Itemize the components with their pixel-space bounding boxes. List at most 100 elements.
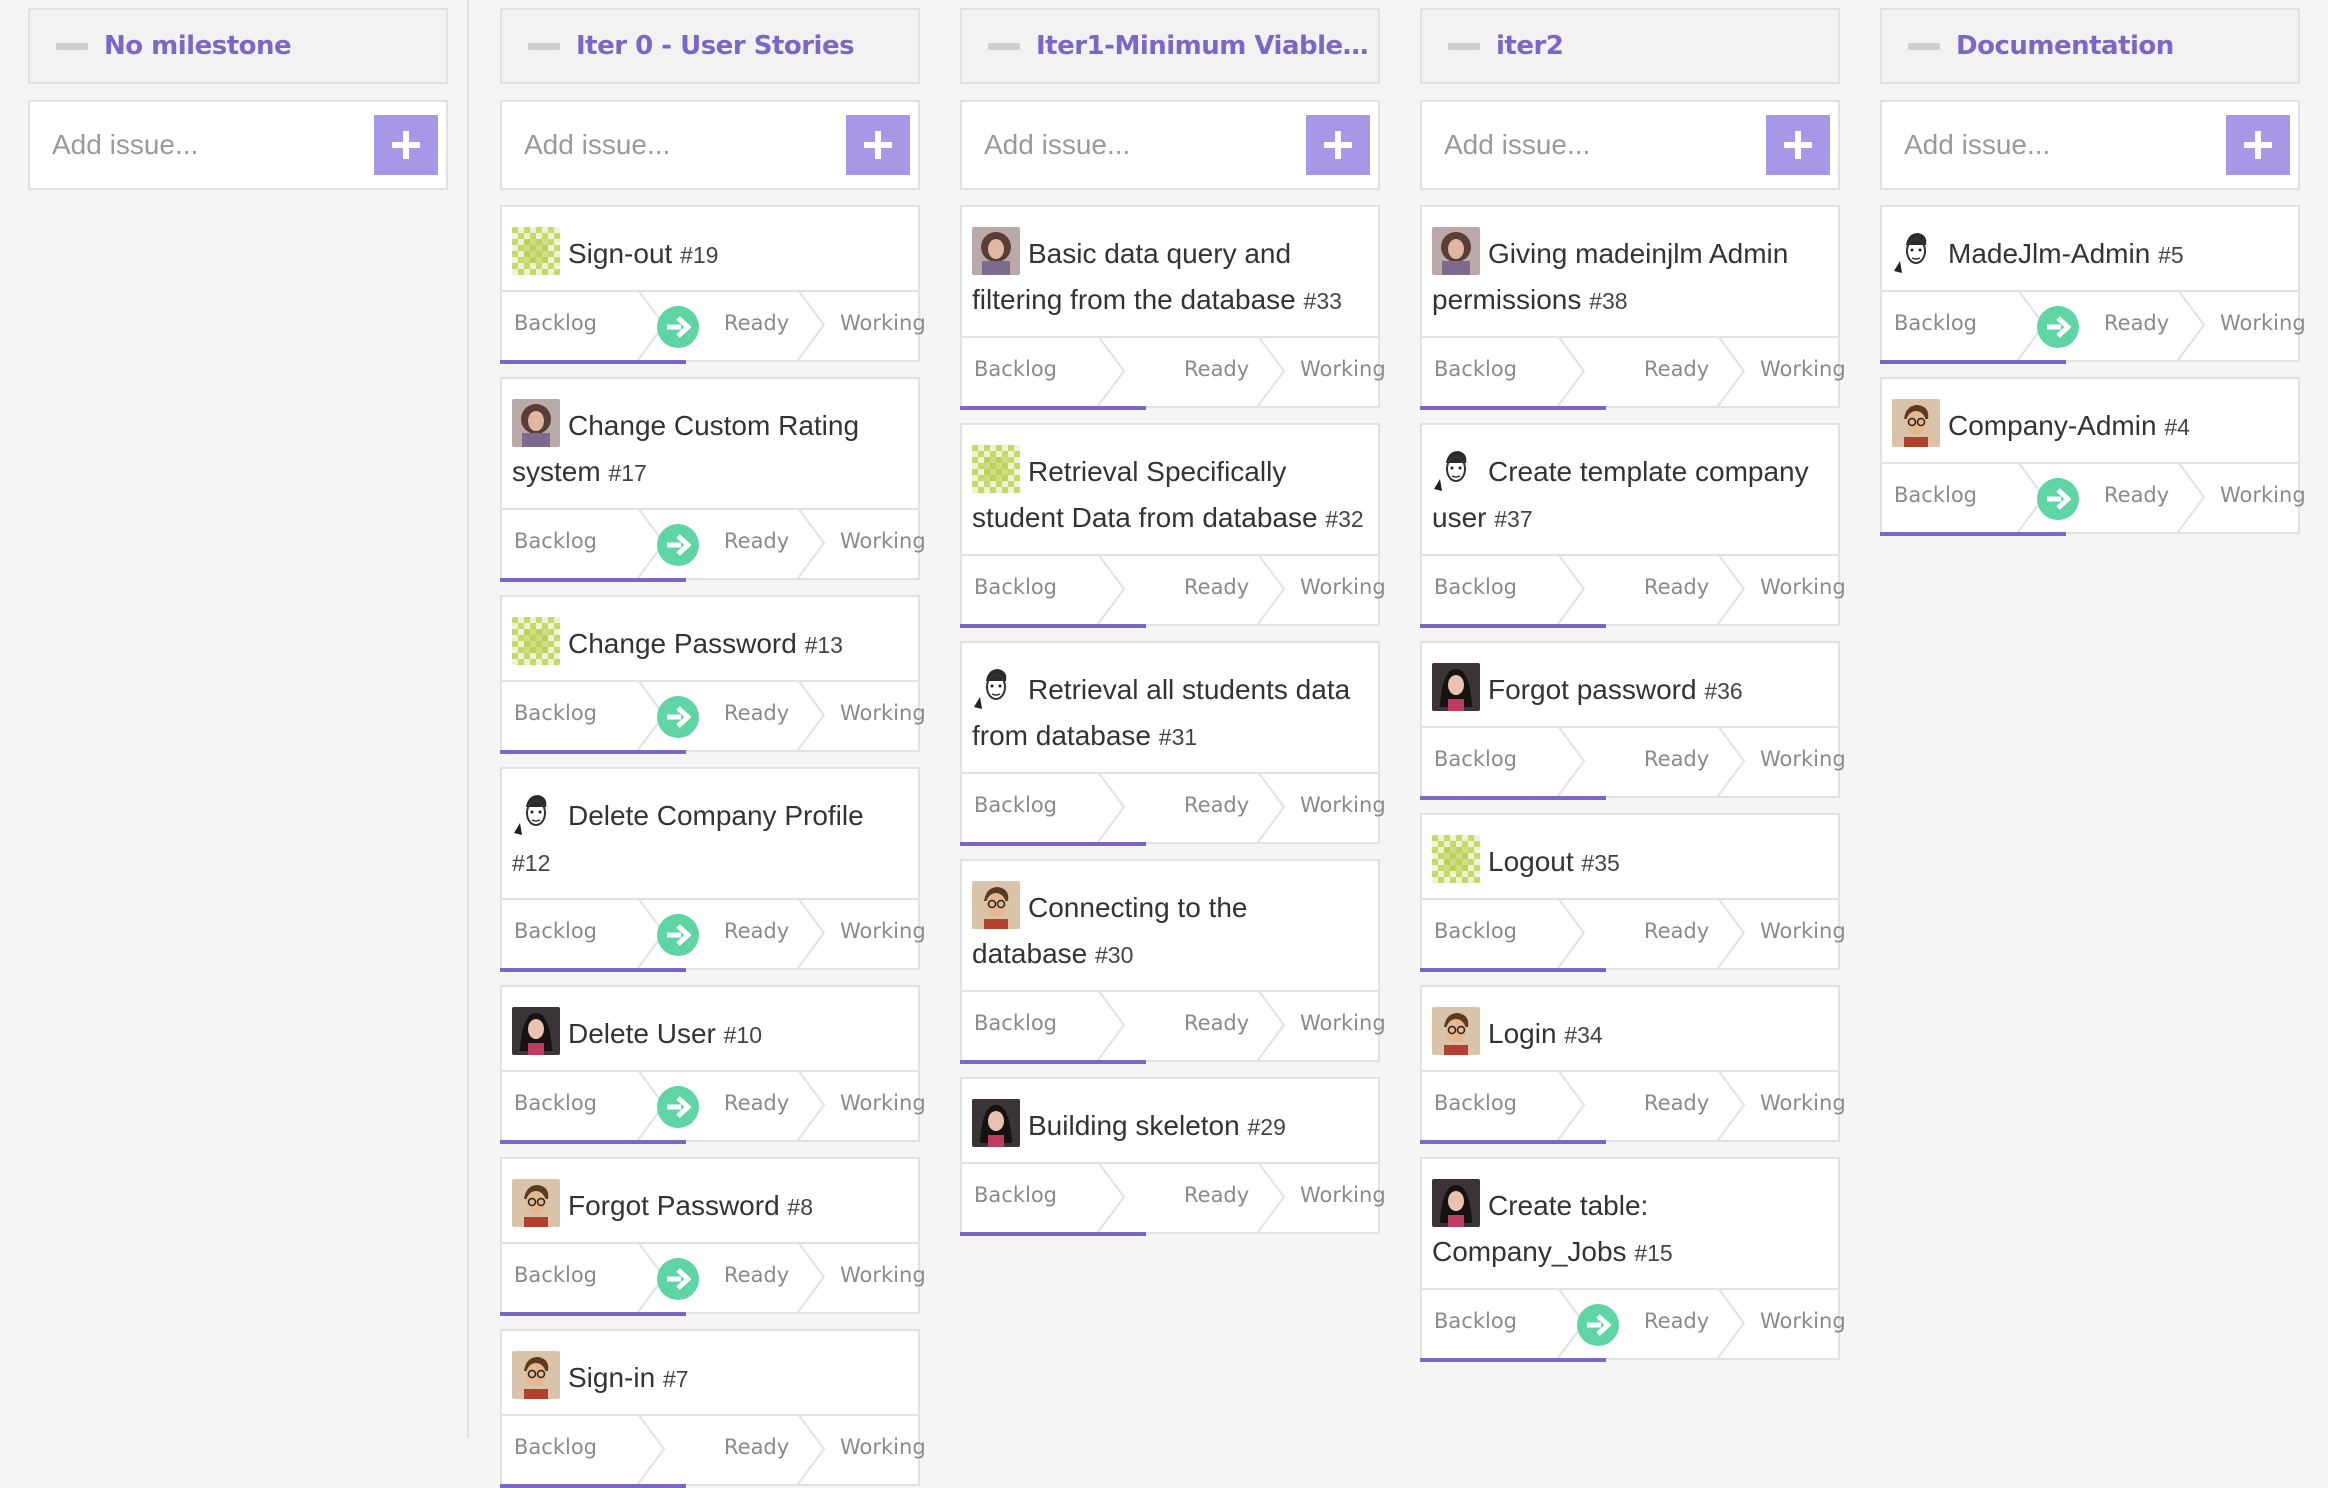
issue-title[interactable]: Create template company user [1432, 456, 1809, 533]
stage-working[interactable]: Working [1760, 1091, 1846, 1115]
move-forward-button[interactable] [2037, 478, 2079, 520]
stage-ready[interactable]: Ready [1644, 357, 1709, 381]
add-issue-input[interactable] [1422, 115, 1742, 175]
issue-title[interactable]: Building skeleton [1028, 1110, 1240, 1141]
stage-backlog[interactable]: Backlog [1434, 1091, 1517, 1115]
move-forward-button[interactable] [657, 1258, 699, 1300]
stage-working[interactable]: Working [1300, 1011, 1386, 1035]
stage-backlog[interactable]: Backlog [514, 1091, 597, 1115]
column-title[interactable]: No milestone [104, 31, 291, 61]
stage-ready[interactable]: Ready [1644, 575, 1709, 599]
issue-card[interactable]: Sign-out #19 Backlog Ready Working [500, 205, 926, 364]
issue-card[interactable]: MadeJlm-Admin #5 Backlog Ready Working [1880, 205, 2306, 364]
issue-title[interactable]: Retrieval Specifically student Data from… [972, 456, 1318, 533]
issue-title[interactable]: Forgot Password [568, 1190, 780, 1221]
issue-card[interactable]: Building skeleton #29 Backlog Ready Work… [960, 1077, 1386, 1236]
stage-backlog[interactable]: Backlog [1894, 483, 1977, 507]
stage-ready[interactable]: Ready [1644, 1309, 1709, 1333]
issue-title[interactable]: Delete User [568, 1018, 716, 1049]
add-issue-input[interactable] [1882, 115, 2202, 175]
issue-card[interactable]: Company-Admin #4 Backlog Ready Working [1880, 377, 2306, 536]
move-forward-button[interactable] [1577, 1304, 1619, 1346]
add-issue-input[interactable] [30, 115, 350, 175]
collapse-icon[interactable] [1908, 42, 1940, 50]
stage-ready[interactable]: Ready [1184, 357, 1249, 381]
add-issue-button[interactable] [374, 115, 438, 175]
issue-card[interactable]: Delete User #10 Backlog Ready Working [500, 985, 926, 1144]
stage-ready[interactable]: Ready [724, 311, 789, 335]
move-forward-button[interactable] [657, 306, 699, 348]
stage-ready[interactable]: Ready [1644, 747, 1709, 771]
stage-ready[interactable]: Ready [724, 529, 789, 553]
stage-backlog[interactable]: Backlog [514, 311, 597, 335]
stage-backlog[interactable]: Backlog [514, 701, 597, 725]
stage-ready[interactable]: Ready [724, 919, 789, 943]
issue-title[interactable]: Logout [1488, 846, 1574, 877]
stage-backlog[interactable]: Backlog [1434, 747, 1517, 771]
stage-ready[interactable]: Ready [724, 1263, 789, 1287]
stage-working[interactable]: Working [1300, 1183, 1386, 1207]
column-title[interactable]: iter2 [1496, 31, 1563, 61]
issue-title[interactable]: Forgot password [1488, 674, 1697, 705]
stage-backlog[interactable]: Backlog [974, 575, 1057, 599]
issue-title[interactable]: Delete Company Profile [568, 800, 864, 831]
stage-working[interactable]: Working [1300, 793, 1386, 817]
collapse-icon[interactable] [1448, 42, 1480, 50]
stage-ready[interactable]: Ready [1644, 919, 1709, 943]
stage-working[interactable]: Working [840, 529, 926, 553]
stage-working[interactable]: Working [1760, 357, 1846, 381]
stage-ready[interactable]: Ready [1184, 793, 1249, 817]
stage-ready[interactable]: Ready [1184, 575, 1249, 599]
issue-card[interactable]: Logout #35 Backlog Ready Working [1420, 813, 1846, 972]
stage-working[interactable]: Working [1760, 919, 1846, 943]
issue-card[interactable]: Giving madeinjlm Admin permissions #38 B… [1420, 205, 1846, 410]
stage-backlog[interactable]: Backlog [1434, 357, 1517, 381]
stage-working[interactable]: Working [840, 919, 926, 943]
add-issue-input[interactable] [502, 115, 822, 175]
column-title[interactable]: Documentation [1956, 31, 2174, 61]
stage-working[interactable]: Working [840, 1263, 926, 1287]
issue-card[interactable]: Create table: Company_Jobs #15 Backlog R… [1420, 1157, 1846, 1362]
stage-working[interactable]: Working [840, 701, 926, 725]
move-forward-button[interactable] [657, 524, 699, 566]
issue-card[interactable]: Sign-in #7 Backlog Ready Working [500, 1329, 926, 1488]
issue-card[interactable]: Create template company user #37 Backlog… [1420, 423, 1846, 628]
add-issue-input[interactable] [962, 115, 1282, 175]
issue-title[interactable]: Change Custom Rating system [512, 410, 859, 487]
issue-title[interactable]: Change Password [568, 628, 797, 659]
stage-working[interactable]: Working [840, 1435, 926, 1459]
column-title[interactable]: Iter 0 - User Stories [576, 31, 854, 61]
issue-card[interactable]: Basic data query and filtering from the … [960, 205, 1386, 410]
add-issue-button[interactable] [1766, 115, 1830, 175]
stage-backlog[interactable]: Backlog [514, 1263, 597, 1287]
stage-backlog[interactable]: Backlog [974, 1183, 1057, 1207]
stage-working[interactable]: Working [840, 1091, 926, 1115]
stage-working[interactable]: Working [1760, 575, 1846, 599]
collapse-icon[interactable] [528, 42, 560, 50]
stage-backlog[interactable]: Backlog [1434, 1309, 1517, 1333]
stage-ready[interactable]: Ready [2104, 311, 2169, 335]
stage-backlog[interactable]: Backlog [514, 919, 597, 943]
issue-card[interactable]: Change Custom Rating system #17 Backlog … [500, 377, 926, 582]
issue-card[interactable]: Retrieval all students data from databas… [960, 641, 1386, 846]
stage-ready[interactable]: Ready [1184, 1183, 1249, 1207]
issue-card[interactable]: Delete Company Profile #12 Backlog Ready… [500, 767, 926, 972]
stage-backlog[interactable]: Backlog [514, 1435, 597, 1459]
issue-title[interactable]: Sign-out [568, 238, 672, 269]
collapse-icon[interactable] [56, 42, 88, 50]
stage-working[interactable]: Working [1300, 357, 1386, 381]
stage-working[interactable]: Working [1300, 575, 1386, 599]
column-title[interactable]: Iter1-Minimum Viable P... [1036, 31, 1376, 61]
issue-card[interactable]: Forgot password #36 Backlog Ready Workin… [1420, 641, 1846, 800]
stage-ready[interactable]: Ready [1184, 1011, 1249, 1035]
stage-ready[interactable]: Ready [724, 1435, 789, 1459]
issue-card[interactable]: Login #34 Backlog Ready Working [1420, 985, 1846, 1144]
stage-backlog[interactable]: Backlog [1434, 919, 1517, 943]
stage-working[interactable]: Working [840, 311, 926, 335]
issue-title[interactable]: Company-Admin [1948, 410, 2157, 441]
stage-backlog[interactable]: Backlog [974, 1011, 1057, 1035]
issue-title[interactable]: Basic data query and filtering from the … [972, 238, 1296, 315]
issue-title[interactable]: MadeJlm-Admin [1948, 238, 2150, 269]
stage-ready[interactable]: Ready [2104, 483, 2169, 507]
stage-ready[interactable]: Ready [724, 1091, 789, 1115]
